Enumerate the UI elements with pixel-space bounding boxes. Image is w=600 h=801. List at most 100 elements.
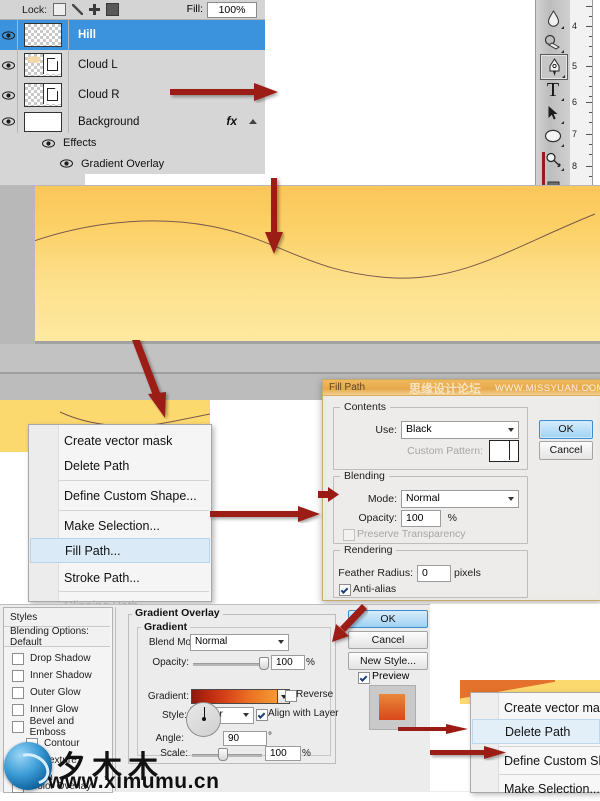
eye-icon[interactable] [58, 154, 75, 174]
layer-thumbnail [24, 23, 62, 47]
style-checkbox[interactable] [12, 652, 24, 665]
preserve-transparency-checkbox[interactable] [343, 529, 355, 541]
opacity-label: Opacity: [358, 512, 397, 524]
layer-thumbnail-cell[interactable] [18, 20, 69, 50]
menu-item-delete-path[interactable]: Delete Path [472, 719, 600, 744]
eye-icon[interactable] [0, 80, 18, 110]
style-item-inner-shadow[interactable]: Inner Shadow [4, 667, 110, 684]
use-dropdown[interactable]: Black [401, 421, 519, 439]
layer-style-cancel-button[interactable]: Cancel [348, 631, 428, 649]
style-checkbox[interactable] [12, 669, 24, 682]
horizontal-type-tool-icon[interactable]: T [540, 78, 566, 102]
menu-item-define-custom-shape[interactable]: Define Custom Shap [499, 748, 600, 773]
angle-input[interactable]: 90 [223, 731, 267, 746]
toolbox: T [535, 0, 571, 188]
layer-name: Background [78, 115, 140, 128]
mode-dropdown[interactable]: Normal [401, 490, 519, 508]
opacity-input[interactable]: 100 [271, 655, 305, 670]
style-checkbox[interactable] [12, 720, 24, 733]
contents-group-title: Contents [340, 401, 391, 413]
layer-row-cloud-r[interactable]: Cloud R [0, 80, 265, 111]
mode-label: Mode: [367, 493, 397, 505]
menu-item-create-vector-mask[interactable]: Create vector mask [59, 428, 210, 453]
eye-icon[interactable] [0, 50, 18, 80]
ellipse-shape-tool-icon[interactable] [540, 124, 566, 148]
opacity-slider-track[interactable] [193, 663, 265, 666]
fill-label: Fill: [186, 3, 203, 15]
ruler-tick-label: 7 [572, 129, 578, 139]
new-style-button[interactable]: New Style... [348, 652, 428, 670]
preserve-transparency-label: Preserve Transparency [357, 528, 466, 540]
menu-item-delete-path[interactable]: Delete Path [59, 453, 210, 478]
blending-options-item[interactable]: Blending Options: Default [4, 626, 110, 648]
menu-item-make-selection[interactable]: Make Selection... [499, 776, 600, 801]
menu-item-stroke-path[interactable]: Stroke Path... [59, 565, 210, 590]
watermark-url-text: www.ximumu.cn [48, 770, 220, 793]
dodge-tool-icon[interactable] [540, 30, 566, 54]
feather-radius-label: Feather Radius: [338, 567, 413, 579]
blend-mode-dropdown[interactable]: Normal [190, 634, 289, 651]
layer-name: Hill [78, 29, 96, 41]
opacity-input[interactable]: 100 [401, 510, 441, 527]
style-item-bevel-and-emboss[interactable]: Bevel and Emboss [4, 716, 110, 738]
layer-effect-gradient-overlay[interactable]: Gradient Overlay [0, 153, 265, 175]
menu-item-define-custom-shape[interactable]: Define Custom Shape... [59, 483, 210, 508]
pen-tool-icon[interactable] [540, 54, 568, 80]
layer-row-cloud-l[interactable]: Cloud L [0, 50, 265, 81]
anti-alias-checkbox[interactable] [339, 584, 351, 596]
ximumu-logo [4, 742, 52, 790]
cloud-thumb-detail [27, 56, 41, 63]
scale-input[interactable]: 100 [265, 746, 301, 761]
menu-item-make-selection[interactable]: Make Selection... [59, 513, 210, 538]
layer-thumbnail-cell[interactable] [18, 50, 69, 80]
layer-row-background[interactable]: Background fx [0, 110, 265, 134]
opacity-value: 100 [276, 657, 293, 668]
align-with-layer-checkbox[interactable] [256, 709, 268, 721]
preview-label: Preview [372, 670, 410, 682]
fill-ok-button[interactable]: OK [539, 420, 593, 439]
layer-lock-row: Lock: Fill: 100% [0, 0, 265, 20]
opacity-slider-knob[interactable] [259, 657, 269, 670]
layer-effects-row[interactable]: Effects [0, 133, 265, 153]
scale-slider-knob[interactable] [218, 748, 228, 761]
style-item-drop-shadow[interactable]: Drop Shadow [4, 650, 110, 667]
dialog-title-bar[interactable]: Fill Path 思缘设计论坛 WWW.MISSYUAN.COM ✕ [323, 380, 600, 396]
eye-icon[interactable] [0, 110, 18, 133]
style-checkbox[interactable] [12, 703, 24, 716]
fx-icon[interactable]: fx [226, 114, 237, 128]
path-context-menu: Create vector mask Delete Path Define Cu… [28, 424, 212, 613]
layer-thumbnail-cell[interactable] [18, 80, 69, 110]
blur-tool-icon[interactable] [540, 6, 566, 30]
lock-position-icon[interactable] [89, 4, 101, 15]
white-backdrop-left [0, 452, 30, 600]
preview-checkbox[interactable] [358, 672, 370, 684]
chevron-up-icon[interactable] [249, 119, 257, 124]
style-checkbox[interactable] [12, 686, 24, 699]
pixels-label: pixels [454, 567, 481, 579]
angle-dial[interactable] [186, 702, 221, 737]
close-icon[interactable]: ✕ [583, 382, 595, 393]
reverse-label: Reverse [296, 689, 334, 700]
layer-row-hill[interactable]: Hill [0, 20, 265, 51]
fill-value-input[interactable]: 100% [207, 2, 257, 18]
menu-item-fill-path[interactable]: Fill Path... [30, 538, 210, 563]
menu-item-create-vector-mask[interactable]: Create vector mask [499, 695, 600, 720]
lock-label: Lock: [22, 3, 48, 16]
layer-style-ok-button[interactable]: OK [348, 610, 428, 628]
anti-alias-label: Anti-alias [353, 583, 397, 595]
opacity-percent: % [306, 657, 315, 668]
canvas-artboard[interactable] [35, 186, 600, 341]
path-selection-tool-icon[interactable] [540, 101, 566, 125]
style-item-outer-glow[interactable]: Outer Glow [4, 684, 110, 701]
fill-cancel-button[interactable]: Cancel [539, 441, 593, 460]
layer-thumbnail-cell[interactable] [18, 110, 69, 133]
custom-pattern-dropdown[interactable] [509, 440, 518, 460]
style-label: Style: [161, 710, 187, 721]
opacity-value: 100 [406, 512, 424, 524]
eye-icon[interactable] [0, 20, 18, 50]
lock-all-icon[interactable] [106, 3, 120, 16]
lock-image-pixels-icon[interactable] [72, 4, 84, 15]
eye-icon[interactable] [40, 133, 57, 153]
lock-transparent-pixels-icon[interactable] [53, 3, 67, 16]
feather-radius-input[interactable]: 0 [417, 565, 451, 582]
